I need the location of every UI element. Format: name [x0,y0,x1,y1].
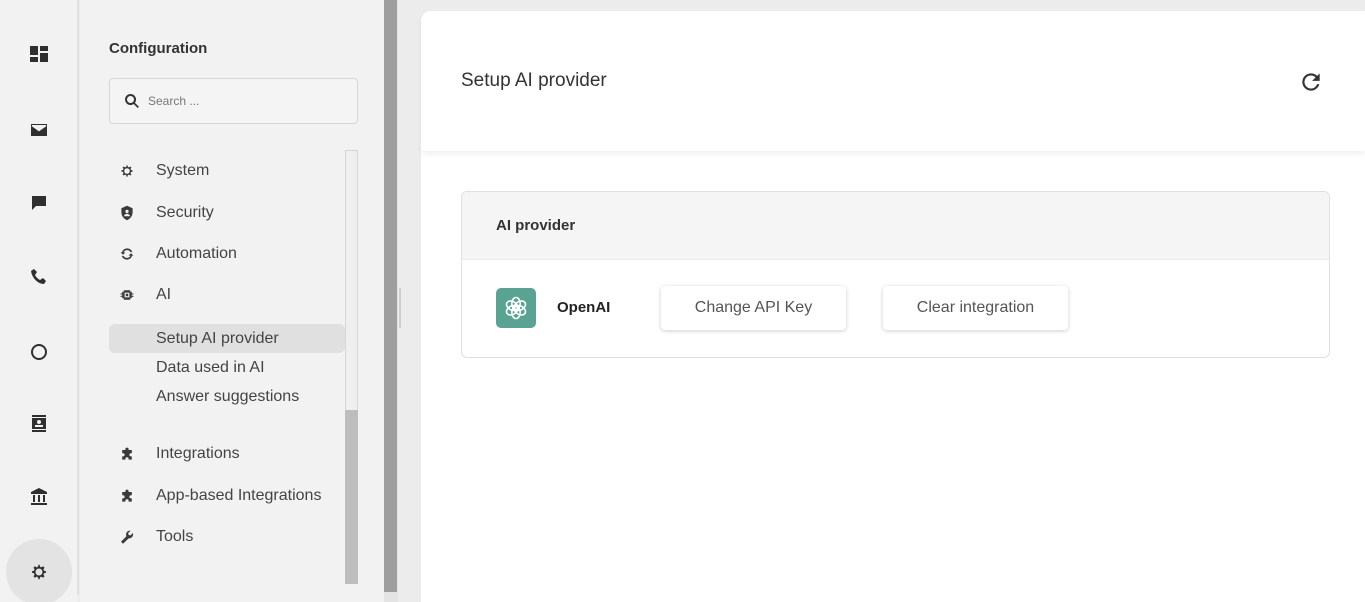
chat-nav-button[interactable] [6,170,72,236]
phone-nav-button[interactable] [6,244,72,310]
gear-icon [109,163,145,179]
sidebar-subitem-setup-ai-provider[interactable]: Setup AI provider [109,324,345,353]
card-title: AI provider [496,217,576,234]
wrench-icon [109,529,145,545]
mail-icon [31,124,47,136]
sidebar-item-label: AI [156,286,172,303]
sidebar-title: Configuration [109,40,208,57]
rail-divider [77,0,79,595]
gear-icon [32,564,46,580]
main-panel: Setup AI provider AI provider OpenAI Cha… [421,11,1365,602]
circle-icon [31,344,47,360]
card-header: AI provider [462,192,1329,260]
mail-nav-button[interactable] [6,97,72,163]
ai-provider-card: AI provider OpenAI Change API Key Clear … [461,191,1330,358]
splitter-grip[interactable] [399,288,401,328]
sidebar-item-label: Integrations [156,445,240,462]
puzzle-icon [109,488,145,504]
refresh-button[interactable] [1297,68,1325,96]
sidebar-subitem-data-used-in-ai[interactable]: Data used in AI [109,353,345,382]
openai-logo-icon [496,288,536,328]
sync-icon [109,246,145,262]
splitter-drag-bar[interactable] [384,0,397,592]
sidebar-scrollbar-thumb[interactable] [345,410,358,584]
sidebar-item-integrations[interactable]: Integrations [109,434,345,474]
search-box[interactable] [109,78,358,124]
sidebar-item-tools[interactable]: Tools [109,517,345,557]
sidebar-item-system[interactable]: System [109,151,345,191]
shield-icon [109,205,145,221]
search-input[interactable] [148,94,348,108]
contact-card-icon [32,415,46,432]
configuration-sidebar: Configuration System Security Automation… [80,0,384,602]
bank-icon [31,488,47,505]
dashboard-icon [30,46,48,62]
change-api-key-button[interactable]: Change API Key [661,286,846,330]
settings-nav-button[interactable] [6,539,72,602]
sidebar-subitem-answer-suggestions[interactable]: Answer suggestions [109,382,345,411]
clear-integration-button[interactable]: Clear integration [883,286,1068,330]
icon-rail [0,0,78,602]
sidebar-item-label: Automation [156,245,237,262]
puzzle-icon [109,446,145,462]
contacts-nav-button[interactable] [6,390,72,456]
sidebar-item-label: System [156,162,210,179]
refresh-icon [1302,73,1320,91]
chip-icon [109,287,145,303]
sidebar-item-label: Tools [156,528,194,545]
status-nav-button[interactable] [6,319,72,385]
sidebar-item-automation[interactable]: Automation [109,234,345,274]
sidebar-item-label: Security [156,204,214,221]
sidebar-item-app-based-integrations[interactable]: App-based Integrations [109,476,345,516]
dashboard-nav-button[interactable] [6,21,72,87]
page-header: Setup AI provider [421,11,1365,151]
sidebar-item-security[interactable]: Security [109,193,345,233]
sidebar-item-ai[interactable]: AI [109,275,345,315]
chat-icon [32,196,46,210]
provider-name: OpenAI [557,299,611,316]
organization-nav-button[interactable] [6,464,72,530]
search-icon [125,94,139,108]
page-title: Setup AI provider [461,70,607,91]
sidebar-item-label: App-based Integrations [156,487,322,504]
phone-icon [31,269,46,284]
